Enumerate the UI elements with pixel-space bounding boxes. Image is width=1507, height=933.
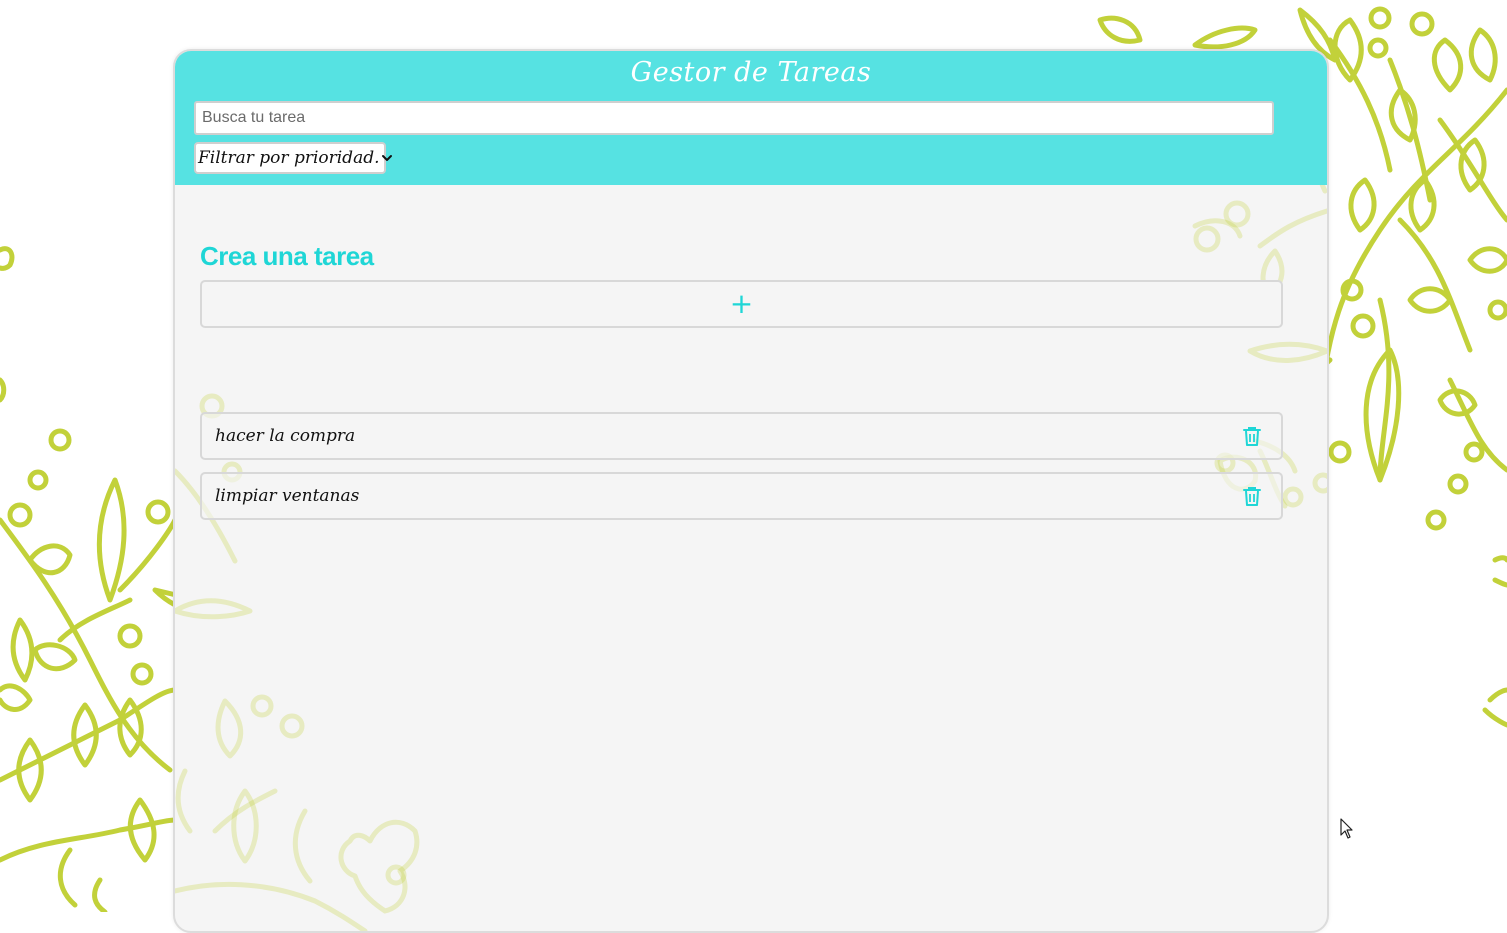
trash-icon[interactable] — [1241, 424, 1263, 448]
chevron-down-icon — [380, 151, 394, 165]
task-item[interactable]: hacer la compra — [200, 412, 1283, 460]
mouse-cursor-icon — [1340, 818, 1353, 839]
priority-filter-label: Filtrar por prioridad. — [198, 148, 380, 168]
app-title: Gestor de Tareas — [630, 57, 872, 88]
task-label: hacer la compra — [215, 426, 356, 446]
priority-filter-select[interactable]: Filtrar por prioridad. — [194, 142, 392, 174]
task-list: hacer la compra limpiar ventanas — [200, 412, 1283, 532]
task-manager-card: Gestor de Tareas Filtrar por prioridad. … — [173, 49, 1329, 933]
task-label: limpiar ventanas — [215, 486, 360, 506]
search-input[interactable] — [194, 101, 1274, 135]
add-task-button[interactable]: + — [200, 280, 1283, 328]
task-item[interactable]: limpiar ventanas — [200, 472, 1283, 520]
app-header: Gestor de Tareas Filtrar por prioridad. — [175, 51, 1327, 185]
create-task-heading: Crea una tarea — [200, 241, 374, 271]
trash-icon[interactable] — [1241, 484, 1263, 508]
plus-icon: + — [729, 287, 754, 320]
